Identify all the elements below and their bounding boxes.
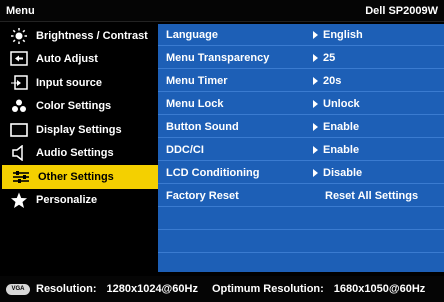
setting-row-menu-transparency[interactable]: Menu Transparency 25 — [158, 47, 444, 69]
sidebar-item-audio-settings[interactable]: Audio Settings — [0, 142, 158, 166]
osd-sidebar: Brightness / Contrast Auto Adjust Input … — [0, 24, 158, 274]
setting-value: Unlock — [313, 98, 360, 110]
setting-row-empty — [158, 231, 444, 253]
sidebar-item-label: Display Settings — [36, 123, 122, 136]
arrow-right-icon — [313, 145, 318, 154]
sidebar-item-label: Personalize — [36, 194, 98, 207]
monitor-osd: Menu Dell SP2009W Brightness / Contrast — [0, 0, 444, 302]
setting-value: Enable — [313, 121, 359, 133]
setting-label: DDC/CI — [166, 143, 204, 156]
setting-label: Factory Reset — [166, 189, 239, 202]
arrow-right-icon — [313, 122, 318, 131]
setting-row-menu-lock[interactable]: Menu Lock Unlock — [158, 93, 444, 115]
brightness-icon — [8, 27, 30, 45]
setting-value: 20s — [313, 75, 341, 87]
osd-title-bar: Menu Dell SP2009W — [0, 0, 444, 22]
sidebar-item-label: Audio Settings — [36, 147, 114, 160]
setting-label: Language — [166, 28, 218, 41]
vga-connector-icon: VGA — [6, 283, 30, 295]
arrow-right-icon — [313, 99, 318, 108]
setting-value: 25 — [313, 52, 335, 64]
setting-label: Menu Timer — [166, 74, 228, 87]
sidebar-item-label: Color Settings — [36, 100, 112, 113]
setting-row-factory-reset[interactable]: Factory Reset Reset All Settings — [158, 185, 444, 207]
arrow-right-icon — [313, 168, 318, 177]
setting-label: LCD Conditioning — [166, 166, 260, 179]
sidebar-item-personalize[interactable]: Personalize — [0, 189, 158, 213]
sidebar-item-label: Brightness / Contrast — [36, 29, 148, 42]
optimum-resolution-value: 1680x1050@60Hz — [333, 283, 426, 295]
setting-value: Reset All Settings — [325, 189, 419, 202]
menu-title: Menu — [6, 4, 35, 17]
setting-row-button-sound[interactable]: Button Sound Enable — [158, 116, 444, 138]
setting-value: Enable — [313, 144, 359, 156]
setting-row-ddc-ci[interactable]: DDC/CI Enable — [158, 139, 444, 161]
sidebar-item-color-settings[interactable]: Color Settings — [0, 95, 158, 119]
sidebar-item-label: Input source — [36, 76, 103, 89]
sidebar-item-auto-adjust[interactable]: Auto Adjust — [0, 48, 158, 72]
resolution-value: 1280x1024@60Hz — [106, 283, 198, 295]
sidebar-item-brightness-contrast[interactable]: Brightness / Contrast — [0, 24, 158, 48]
setting-label: Menu Lock — [166, 97, 224, 110]
arrow-right-icon — [313, 76, 318, 85]
speaker-icon — [8, 144, 30, 162]
settings-panel: Language English Menu Transparency 25 Me… — [158, 24, 444, 272]
setting-row-menu-timer[interactable]: Menu Timer 20s — [158, 70, 444, 92]
sidebar-item-display-settings[interactable]: Display Settings — [0, 118, 158, 142]
setting-value: English — [313, 29, 363, 41]
setting-row-empty — [158, 208, 444, 230]
sidebar-item-label: Other Settings — [38, 170, 114, 183]
monitor-model: Dell SP2009W — [365, 4, 438, 17]
optimum-resolution-label: Optimum Resolution: — [211, 283, 324, 295]
osd-status-bar: VGA Resolution: 1280x1024@60Hz Optimum R… — [0, 276, 444, 302]
arrow-right-icon — [313, 53, 318, 62]
star-icon — [8, 191, 30, 209]
sidebar-item-label: Auto Adjust — [36, 53, 98, 66]
input-source-icon — [8, 74, 30, 92]
setting-label: Button Sound — [166, 120, 239, 133]
sliders-icon — [10, 168, 32, 186]
sidebar-item-input-source[interactable]: Input source — [0, 71, 158, 95]
arrow-right-icon — [313, 30, 318, 39]
setting-value: Disable — [313, 167, 362, 179]
resolution-label: Resolution: — [36, 283, 97, 295]
setting-row-language[interactable]: Language English — [158, 24, 444, 46]
color-settings-icon — [8, 97, 30, 115]
setting-row-lcd-conditioning[interactable]: LCD Conditioning Disable — [158, 162, 444, 184]
display-settings-icon — [8, 121, 30, 139]
sidebar-item-other-settings[interactable]: Other Settings — [2, 165, 158, 189]
auto-adjust-icon — [8, 50, 30, 68]
setting-label: Menu Transparency — [166, 51, 270, 64]
